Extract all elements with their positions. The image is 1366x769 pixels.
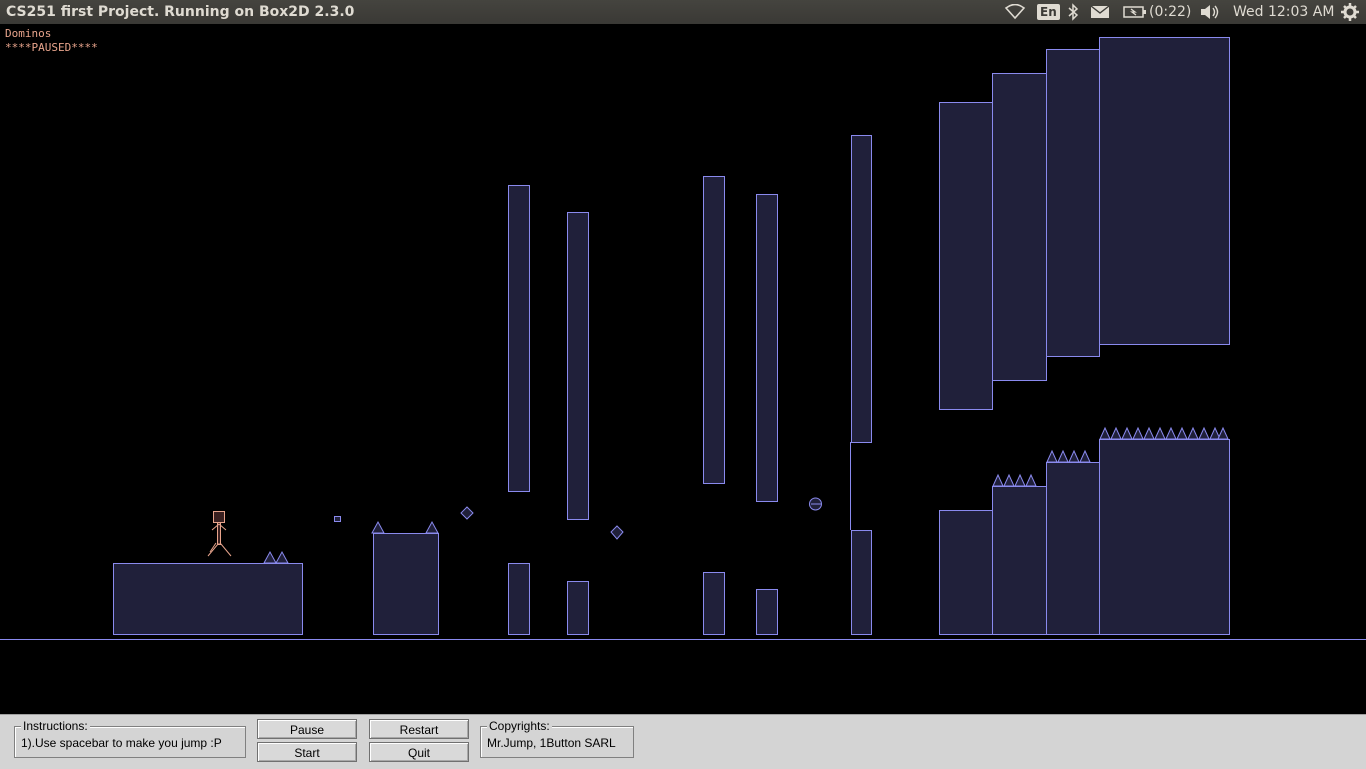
spike [371, 520, 385, 534]
control-panel: Instructions: 1).Use spacebar to make yo… [0, 714, 1366, 769]
language-indicator[interactable]: En [1037, 3, 1060, 21]
stair-block [1099, 439, 1230, 635]
domino [756, 194, 778, 502]
gear-icon[interactable] [1340, 3, 1360, 21]
mail-icon[interactable] [1090, 3, 1110, 21]
instructions-label: Instructions: [21, 719, 90, 733]
volume-icon[interactable] [1199, 3, 1221, 21]
domino [508, 185, 530, 492]
pause-status-label: ****PAUSED**** [5, 41, 98, 54]
simulation-viewport[interactable]: Dominos ****PAUSED**** [0, 24, 1366, 714]
upper-block [1046, 49, 1100, 357]
battery-indicator[interactable]: (0:22) [1123, 3, 1191, 21]
domino-base [508, 563, 530, 635]
player-character [207, 511, 232, 557]
instructions-text: 1).Use spacebar to make you jump :P [21, 736, 222, 750]
battery-icon [1123, 6, 1146, 18]
stair-block [992, 486, 1047, 635]
restart-button[interactable]: Restart [369, 719, 469, 739]
domino-base [756, 589, 778, 635]
copyrights-group: Copyrights: Mr.Jump, 1Button SARL [480, 719, 634, 758]
spike [275, 550, 289, 564]
upper-block [939, 102, 993, 410]
start-platform [113, 563, 303, 635]
bluetooth-icon[interactable] [1067, 3, 1079, 21]
stair-block [939, 510, 993, 635]
small-block [334, 516, 341, 522]
block-platform [373, 533, 439, 635]
pause-button[interactable]: Pause [257, 719, 357, 739]
diamond [610, 525, 624, 540]
start-button[interactable]: Start [257, 742, 357, 762]
window-title: CS251 first Project. Running on Box2D 2.… [6, 4, 355, 20]
domino [567, 212, 589, 520]
domino-base [567, 581, 589, 635]
wifi-icon[interactable] [1004, 3, 1026, 21]
system-top-bar: CS251 first Project. Running on Box2D 2.… [0, 0, 1366, 24]
clock[interactable]: Wed 12:03 AM [1233, 3, 1334, 21]
instructions-group: Instructions: 1).Use spacebar to make yo… [14, 719, 246, 758]
diamond [460, 506, 474, 520]
stair-block [1046, 462, 1100, 635]
upper-block [992, 73, 1047, 381]
spike [263, 550, 277, 564]
test-name-label: Dominos [5, 27, 52, 40]
quit-button[interactable]: Quit [369, 742, 469, 762]
domino [703, 176, 725, 484]
upper-block [1099, 37, 1230, 345]
copyrights-label: Copyrights: [487, 719, 552, 733]
copyrights-text: Mr.Jump, 1Button SARL [487, 736, 616, 750]
battery-time: (0:22) [1149, 4, 1192, 20]
tall-pillar-base [851, 530, 872, 635]
spike [425, 520, 439, 534]
tall-pillar [851, 135, 872, 443]
domino-base [703, 572, 725, 635]
